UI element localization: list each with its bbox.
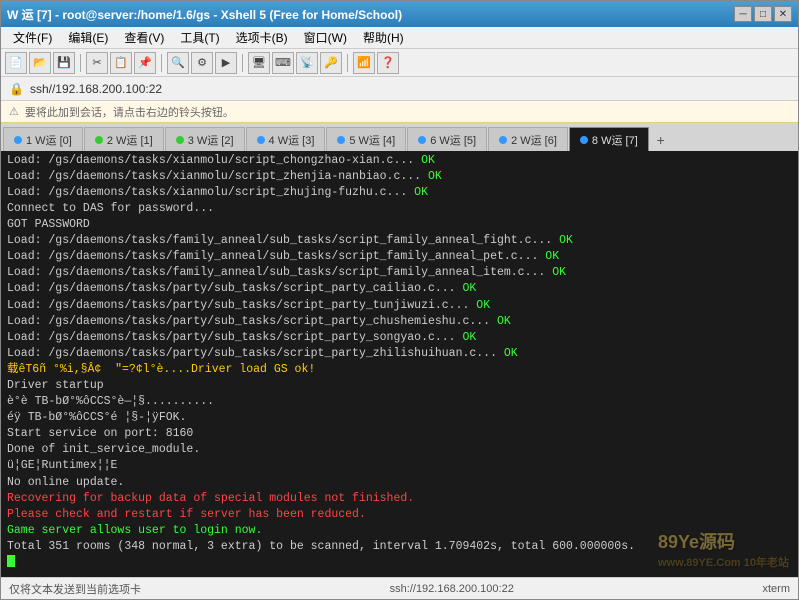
- menu-item-e[interactable]: 编辑(E): [60, 27, 116, 48]
- address-icon: 🔒: [9, 82, 24, 96]
- tab-3[interactable]: 4 W运 [3]: [246, 127, 326, 151]
- close-button[interactable]: ✕: [774, 6, 792, 22]
- toolbar-sep-3: [242, 54, 243, 72]
- toolbar-btn-2[interactable]: 📂: [29, 52, 51, 74]
- menu-item-t[interactable]: 工具(T): [172, 27, 227, 48]
- terminal-line-20: 载êT6ñ °%i,§Â¢ "=?¢l°è....Driver load GS …: [7, 362, 792, 378]
- terminal-line-13: Load: /gs/daemons/tasks/family_anneal/su…: [7, 249, 792, 265]
- toolbar-btn-14[interactable]: 📶: [353, 52, 375, 74]
- tab-label-2: 3 W运 [2]: [188, 132, 234, 148]
- status-left-text: 仅将文本发送到当前选项卡: [9, 581, 141, 597]
- tab-5[interactable]: 6 W运 [5]: [407, 127, 487, 151]
- toolbar-btn-13[interactable]: 🔑: [320, 52, 342, 74]
- terminal-line-23: éÿ TB-bØ°%ôCCS°é ¦§-¦ÿFOK.: [7, 410, 792, 426]
- window-title: W 运 [7] - root@server:/home/1.6/gs - Xsh…: [7, 6, 402, 23]
- xterm-label: xterm: [762, 583, 790, 595]
- toolbar-btn-11[interactable]: ⌨: [272, 52, 294, 74]
- toolbar-sep-2: [161, 54, 162, 72]
- tab-label-6: 2 W运 [6]: [511, 132, 557, 148]
- terminal-line-26: ü¦GE¦Runtimex¦¦E: [7, 458, 792, 474]
- toolbar-sep-1: [80, 54, 81, 72]
- notification-bar: ⚠ 要将此加到会话，请点击右边的铃头按钮。: [1, 101, 798, 123]
- terminal-line-11: GOT PASSWORD: [7, 217, 792, 233]
- tab-7[interactable]: 8 W运 [7]: [569, 127, 649, 151]
- tab-dot-5: [418, 136, 426, 144]
- tab-label-7: 8 W运 [7]: [592, 132, 638, 148]
- terminal-line-16: Load: /gs/daemons/tasks/party/sub_tasks/…: [7, 298, 792, 314]
- tab-dot-7: [580, 136, 588, 144]
- main-window: W 运 [7] - root@server:/home/1.6/gs - Xsh…: [0, 0, 799, 600]
- tab-label-0: 1 W运 [0]: [26, 132, 72, 148]
- terminal-line-17: Load: /gs/daemons/tasks/party/sub_tasks/…: [7, 314, 792, 330]
- terminal-line-29: Please check and restart if server has b…: [7, 507, 792, 523]
- tab-dot-6: [499, 136, 507, 144]
- toolbar-btn-5[interactable]: 📋: [110, 52, 132, 74]
- window-controls: ─ □ ✕: [734, 6, 792, 22]
- terminal-line-12: Load: /gs/daemons/tasks/family_anneal/su…: [7, 233, 792, 249]
- toolbar-btn-12[interactable]: 📡: [296, 52, 318, 74]
- toolbar-btn-3[interactable]: 💾: [53, 52, 75, 74]
- tab-dot-4: [337, 136, 345, 144]
- notification-text: 要将此加到会话，请点击右边的铃头按钮。: [25, 104, 234, 120]
- toolbar: 📄 📂 💾 ✂ 📋 📌 🔍 ⚙ ▶ 🖥 ⌨ 📡 🔑 📶 ❓: [1, 49, 798, 77]
- terminal-line-32: [7, 555, 792, 573]
- minimize-button[interactable]: ─: [734, 6, 752, 22]
- toolbar-btn-15[interactable]: ❓: [377, 52, 399, 74]
- tab-label-3: 4 W运 [3]: [269, 132, 315, 148]
- menu-item-v[interactable]: 查看(V): [116, 27, 172, 48]
- tab-add-button[interactable]: +: [650, 129, 672, 151]
- terminal-line-9: Load: /gs/daemons/tasks/xianmolu/script_…: [7, 185, 792, 201]
- toolbar-btn-6[interactable]: 📌: [134, 52, 156, 74]
- tab-label-4: 5 W运 [4]: [349, 132, 395, 148]
- terminal-line-8: Load: /gs/daemons/tasks/xianmolu/script_…: [7, 169, 792, 185]
- menu-item-h[interactable]: 帮助(H): [355, 27, 412, 48]
- menu-item-w[interactable]: 窗口(W): [296, 27, 355, 48]
- terminal-line-7: Load: /gs/daemons/tasks/xianmolu/script_…: [7, 153, 792, 169]
- terminal-line-24: Start service on port: 8160: [7, 426, 792, 442]
- toolbar-btn-7[interactable]: 🔍: [167, 52, 189, 74]
- tab-0[interactable]: 1 W运 [0]: [3, 127, 83, 151]
- notification-icon: ⚠: [9, 105, 19, 118]
- terminal-line-28: Recovering for backup data of special mo…: [7, 491, 792, 507]
- tab-2[interactable]: 3 W运 [2]: [165, 127, 245, 151]
- tab-dot-2: [176, 136, 184, 144]
- terminal-line-19: Load: /gs/daemons/tasks/party/sub_tasks/…: [7, 346, 792, 362]
- toolbar-btn-4[interactable]: ✂: [86, 52, 108, 74]
- terminal-area[interactable]: Load: /gs/daemons/tasks/xianmolu/script_…: [1, 151, 798, 577]
- toolbar-btn-1[interactable]: 📄: [5, 52, 27, 74]
- tab-label-1: 2 W运 [1]: [107, 132, 153, 148]
- tab-dot-1: [95, 136, 103, 144]
- terminal-line-10: Connect to DAS for password...: [7, 201, 792, 217]
- tab-label-5: 6 W运 [5]: [430, 132, 476, 148]
- tab-dot-0: [14, 136, 22, 144]
- terminal-line-14: Load: /gs/daemons/tasks/family_anneal/su…: [7, 265, 792, 281]
- status-bar: 仅将文本发送到当前选项卡 ssh://192.168.200.100:22 xt…: [1, 577, 798, 599]
- menu-item-b[interactable]: 选项卡(B): [228, 27, 296, 48]
- tab-4[interactable]: 5 W运 [4]: [326, 127, 406, 151]
- toolbar-btn-10[interactable]: 🖥: [248, 52, 270, 74]
- menu-bar: 文件(F)编辑(E)查看(V)工具(T)选项卡(B)窗口(W)帮助(H): [1, 27, 798, 49]
- terminal-line-21: Driver startup: [7, 378, 792, 394]
- terminal-line-31: Total 351 rooms (348 normal, 3 extra) to…: [7, 539, 792, 555]
- tab-6[interactable]: 2 W运 [6]: [488, 127, 568, 151]
- terminal-line-18: Load: /gs/daemons/tasks/party/sub_tasks/…: [7, 330, 792, 346]
- maximize-button[interactable]: □: [754, 6, 772, 22]
- terminal-line-25: Done of init_service_module.: [7, 442, 792, 458]
- address-bar: 🔒 ssh//192.168.200.100:22: [1, 77, 798, 101]
- tab-dot-3: [257, 136, 265, 144]
- terminal-line-15: Load: /gs/daemons/tasks/party/sub_tasks/…: [7, 281, 792, 297]
- terminal-line-27: No online update.: [7, 475, 792, 491]
- tab-1[interactable]: 2 W运 [1]: [84, 127, 164, 151]
- address-text: ssh//192.168.200.100:22: [30, 82, 162, 96]
- terminal-line-22: è°è TB-bØ°%ôCCS°è—¦§..........: [7, 394, 792, 410]
- tab-bar: 1 W运 [0] 2 W运 [1] 3 W运 [2] 4 W运 [3] 5 W运 [4]…: [1, 123, 798, 151]
- title-bar: W 运 [7] - root@server:/home/1.6/gs - Xsh…: [1, 1, 798, 27]
- terminal-line-30: Game server allows user to login now.: [7, 523, 792, 539]
- toolbar-btn-8[interactable]: ⚙: [191, 52, 213, 74]
- terminal-cursor: [7, 555, 15, 567]
- toolbar-btn-9[interactable]: ▶: [215, 52, 237, 74]
- menu-item-f[interactable]: 文件(F): [5, 27, 60, 48]
- status-right-text: ssh://192.168.200.100:22: [390, 583, 514, 595]
- toolbar-sep-4: [347, 54, 348, 72]
